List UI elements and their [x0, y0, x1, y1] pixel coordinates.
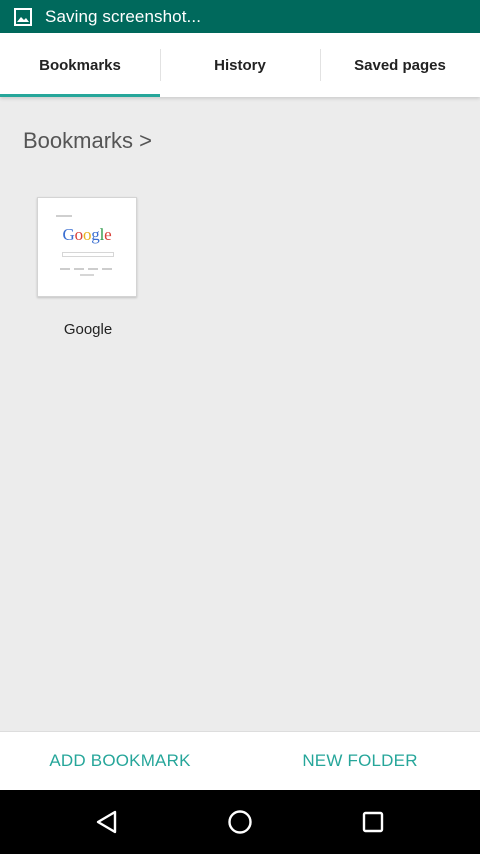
add-bookmark-button[interactable]: ADD BOOKMARK [0, 732, 240, 790]
recents-button[interactable] [349, 798, 397, 846]
bookmarks-content: Bookmarks > Google Google [0, 97, 480, 731]
thumbnail-header-line [56, 215, 72, 217]
thumbnail-search-bar [62, 252, 114, 257]
thumbnail-footer-line [80, 274, 94, 276]
bookmark-label: Google [63, 321, 113, 338]
recents-square-icon [363, 811, 384, 833]
status-text: Saving screenshot... [45, 6, 202, 26]
thumbnail-logo: Google [62, 225, 112, 244]
tab-bar: Bookmarks History Saved pages [0, 33, 480, 97]
action-bar: ADD BOOKMARK NEW FOLDER [0, 731, 480, 790]
tab-bookmarks[interactable]: Bookmarks [0, 33, 160, 97]
home-button[interactable] [216, 798, 264, 846]
new-folder-button[interactable]: NEW FOLDER [240, 732, 480, 790]
tab-saved-pages[interactable]: Saved pages [320, 33, 480, 97]
home-circle-icon [228, 810, 252, 834]
navigation-bar [0, 790, 480, 854]
bookmark-thumbnail[interactable]: Google [37, 197, 137, 297]
status-bar: Saving screenshot... [0, 0, 480, 33]
breadcrumb[interactable]: Bookmarks > [23, 128, 152, 154]
image-icon [14, 7, 32, 26]
back-triangle-icon [96, 810, 116, 834]
bookmark-item[interactable]: Google Google [37, 197, 139, 338]
tab-history[interactable]: History [160, 33, 320, 97]
thumbnail-links [60, 268, 116, 270]
back-button[interactable] [83, 798, 131, 846]
